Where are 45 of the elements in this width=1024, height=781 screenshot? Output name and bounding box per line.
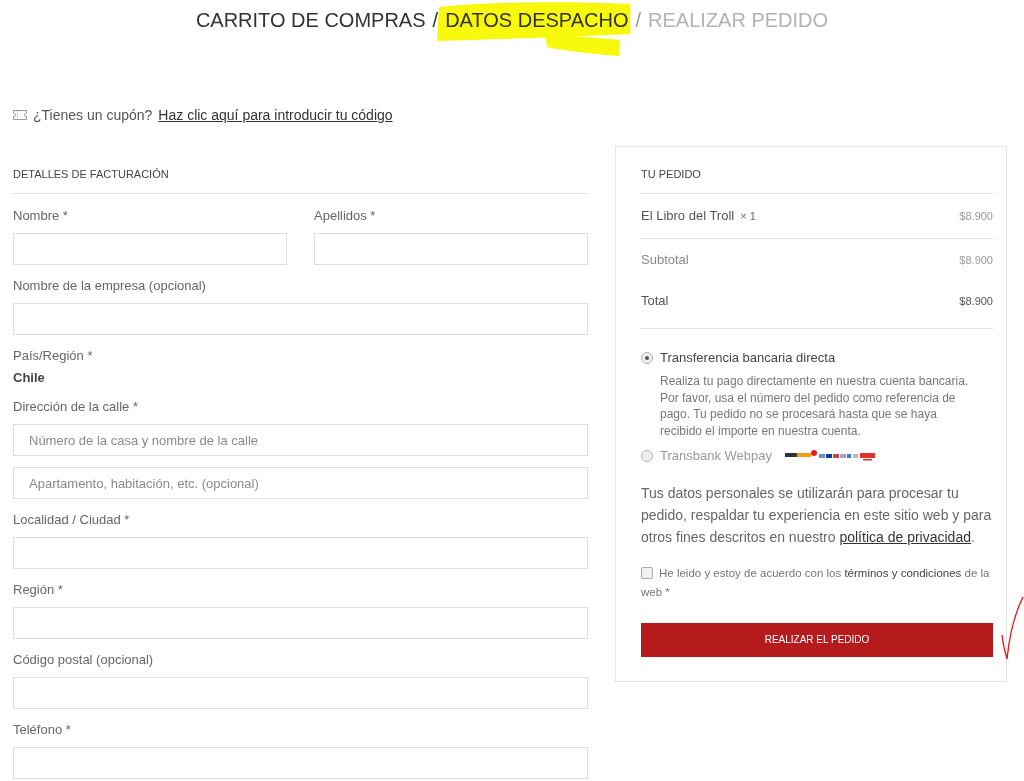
payment-method-label[interactable]: Transferencia bancaria directa	[660, 348, 836, 368]
section-heading: DETALLES DE FACTURACIÓN	[13, 166, 588, 194]
product-quantity: × 1	[740, 209, 756, 225]
total-label: Total	[641, 292, 669, 311]
breadcrumb-separator: /	[635, 8, 642, 33]
radio-button[interactable]	[641, 449, 653, 462]
privacy-notice: Tus datos personales se utilizarán para procesar tu pedido, respaldar tu experiencia en este sitio web y para otros fines descritos en nuestro política de privacidad.	[641, 483, 993, 547]
breadcrumb-separator: /	[432, 8, 439, 33]
subtotal-label: Subtotal	[641, 251, 689, 270]
breadcrumb-step[interactable]: CARRITO DE COMPRAS	[195, 9, 426, 31]
text-input[interactable]	[314, 233, 588, 265]
terms-text: He leido y estoy de acuerdo con los términos y condiciones de la web *	[641, 565, 991, 600]
text-input[interactable]	[13, 537, 588, 569]
country-value: Chile	[13, 369, 46, 387]
product-name: El Libro del Troll	[641, 207, 735, 226]
terms-checkbox[interactable]	[641, 566, 653, 579]
text-input[interactable]: Apartamento, habitación, etc. (opcional)	[13, 467, 588, 499]
field-label: Código postal (opcional)	[13, 651, 155, 669]
field-label: Región *	[13, 581, 64, 599]
coupon-question: ¿Tienes un cupón?	[33, 106, 153, 124]
place-order-button[interactable]: REALIZAR EL PEDIDO	[641, 622, 993, 657]
privacy-policy-link[interactable]: política de privacidad	[839, 528, 971, 545]
coupon-link[interactable]: Haz clic aquí para introducir tu código	[158, 106, 393, 124]
text-input[interactable]	[13, 747, 588, 779]
field-label: Apellidos *	[314, 207, 377, 225]
total-amount: $8.900	[959, 293, 993, 309]
field-label: País/Región *	[13, 347, 94, 365]
product-price: $8.900	[959, 208, 993, 224]
handwritten-check-icon	[1001, 596, 1024, 660]
field-label: Teléfono *	[13, 721, 72, 739]
field-label: Localidad / Ciudad *	[13, 511, 131, 529]
ticket-icon	[13, 110, 27, 120]
section-heading: TU PEDIDO	[641, 166, 993, 194]
terms-link[interactable]: términos y condiciones	[844, 566, 962, 579]
subtotal-amount: $8.900	[959, 252, 993, 268]
text-input[interactable]	[13, 677, 588, 709]
text-input[interactable]: Número de la casa y nombre de la calle	[13, 424, 588, 456]
text-input[interactable]	[13, 303, 588, 335]
field-label: Dirección de la calle *	[13, 398, 139, 416]
field-label: Nombre *	[13, 207, 69, 225]
text-input[interactable]	[13, 233, 287, 265]
payment-description: Realiza tu pago directamente en nuestra cuenta bancaria. Por favor, usa el número del pedido como referencia de pago. Tu pedido no se procesará hasta que se haya recibido el importe en nuestra cuenta.	[659, 373, 970, 440]
field-label: Nombre de la empresa (opcional)	[13, 277, 207, 295]
radio-button[interactable]	[641, 352, 653, 364]
text-input[interactable]	[13, 607, 588, 639]
